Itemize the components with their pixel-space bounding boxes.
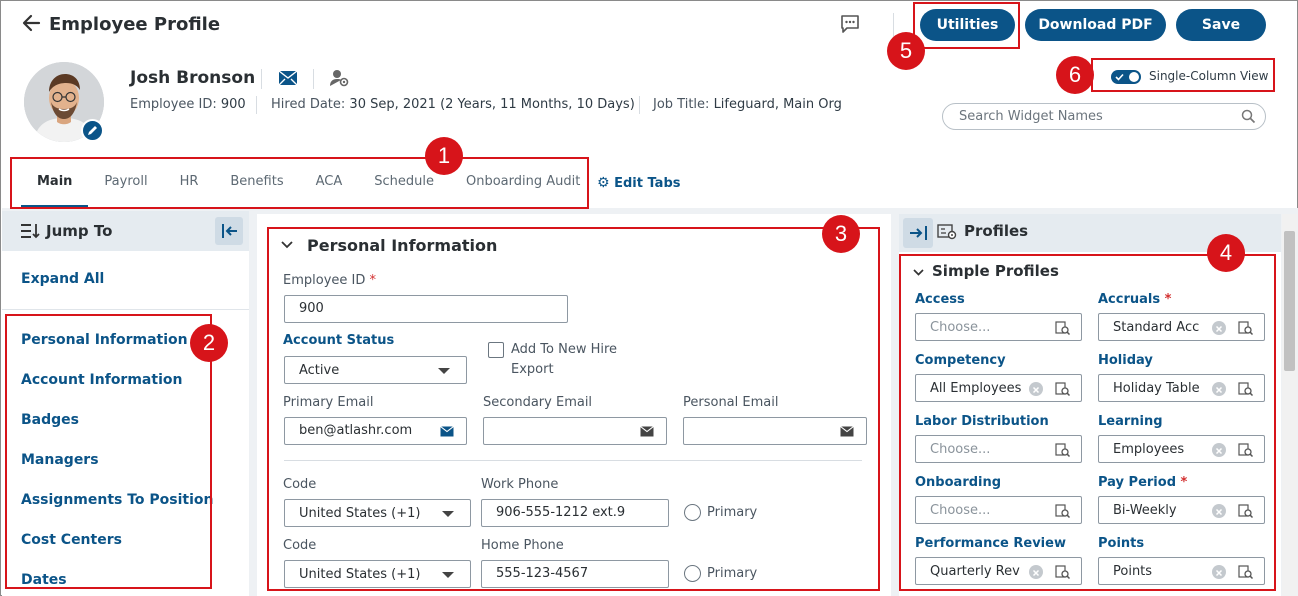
download-pdf-button[interactable]: Download PDF [1025, 9, 1166, 41]
name-divider [313, 69, 314, 89]
edit-photo-icon[interactable] [81, 119, 104, 142]
callout-box-3 [267, 227, 880, 591]
profiles-title: Profiles [964, 222, 1029, 240]
edit-tabs-link[interactable]: ⚙ Edit Tabs [597, 173, 680, 194]
page-title: Employee Profile [49, 14, 221, 35]
email-icon[interactable] [278, 70, 298, 86]
back-arrow-icon[interactable] [21, 13, 43, 37]
callout-box-6 [1091, 58, 1275, 92]
employee-id-meta: Employee ID: 900 [130, 96, 246, 114]
gear-icon: ⚙ [597, 175, 610, 191]
edit-tabs-label: Edit Tabs [614, 176, 681, 191]
search-input[interactable] [959, 109, 1229, 124]
employee-id-label: Employee ID: [130, 97, 217, 112]
user-settings-icon[interactable] [328, 68, 350, 88]
callout-number-1: 1 [425, 137, 463, 175]
callout-box-4 [899, 254, 1276, 591]
sort-list-icon [21, 224, 40, 239]
hired-date-value: 30 Sep, 2021 (2 Years, 11 Months, 10 Day… [349, 97, 635, 112]
meta-divider [639, 96, 640, 114]
comment-icon[interactable] [839, 13, 863, 37]
job-title-meta: Job Title: Lifeguard, Main Org [653, 96, 842, 114]
callout-number-5: 5 [887, 32, 925, 70]
callout-box-1 [10, 157, 589, 209]
collapse-panel-button[interactable] [215, 217, 243, 245]
callout-number-2: 2 [190, 324, 228, 362]
name-divider [261, 69, 262, 89]
employee-id-value: 900 [220, 97, 246, 112]
callout-number-4: 4 [1207, 234, 1245, 272]
callout-box-5 [913, 2, 1020, 49]
search-icon[interactable] [1241, 109, 1256, 124]
profile-settings-icon [937, 224, 957, 240]
hired-date-label: Hired Date: [271, 97, 346, 112]
job-title-label: Job Title: [653, 97, 710, 112]
callout-number-6: 6 [1056, 56, 1094, 94]
callout-number-3: 3 [822, 215, 860, 253]
meta-divider [256, 96, 257, 114]
widget-search[interactable] [942, 103, 1266, 130]
collapse-left-icon [222, 224, 237, 238]
jump-to-divider [2, 309, 249, 310]
expand-panel-button[interactable] [903, 218, 933, 248]
scrollbar-thumb[interactable] [1284, 231, 1295, 371]
expand-right-icon [910, 226, 927, 240]
expand-all-link[interactable]: Expand All [21, 271, 104, 287]
jump-to-title: Jump To [46, 222, 113, 240]
callout-box-2 [5, 314, 212, 589]
job-title-value: Lifeguard, Main Org [713, 97, 842, 112]
employee-name: Josh Bronson [130, 68, 256, 88]
header-divider [893, 13, 894, 37]
hired-date-meta: Hired Date: 30 Sep, 2021 (2 Years, 11 Mo… [271, 96, 635, 114]
save-button[interactable]: Save [1176, 9, 1266, 41]
jump-to-header: Jump To [2, 211, 249, 251]
